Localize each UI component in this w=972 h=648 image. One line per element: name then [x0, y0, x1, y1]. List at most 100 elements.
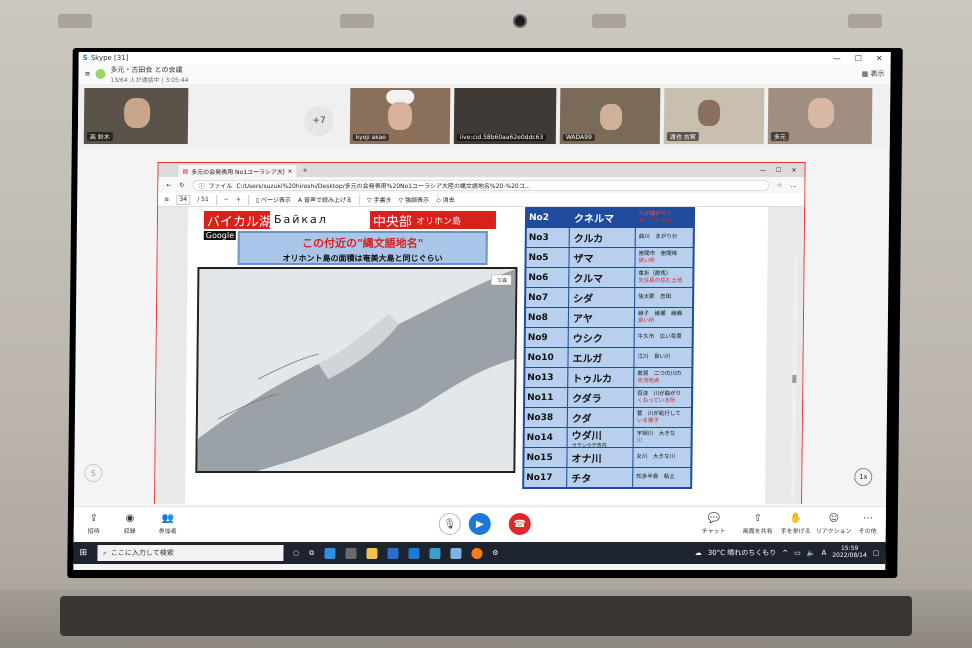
- participant-tile[interactable]: kyoji akao: [349, 88, 451, 144]
- record-button[interactable]: ◉ 収録: [110, 513, 150, 535]
- explorer-icon[interactable]: [366, 547, 378, 559]
- invite-button[interactable]: ⇪ 招待: [74, 513, 114, 535]
- app-icon[interactable]: [429, 547, 441, 559]
- more-participants-button[interactable]: +7: [303, 106, 335, 136]
- row-number: No17: [524, 468, 567, 487]
- raise-hand-button[interactable]: ✋ 手を挙げる: [776, 513, 816, 535]
- participant-tile[interactable]: live:cid.58b60aa62e0ddc63: [453, 88, 557, 144]
- row-description: 綾子 綾瀬 綾織 良い所: [633, 308, 693, 327]
- slide-page: バイカル湖 Байкал 中央部 オリホン島 Google この付近の"縄文語地名…: [184, 207, 769, 504]
- ime-indicator[interactable]: A: [821, 549, 826, 557]
- url-text: C:/Users/suzuki%20hiroshi/Desktop/多元の会発表…: [236, 182, 531, 190]
- google-label: Google: [203, 231, 237, 240]
- call-name: 多元・古田会 との会議: [110, 65, 183, 74]
- volume-icon[interactable]: 🔈: [807, 549, 816, 557]
- app-icon[interactable]: [450, 547, 462, 559]
- mail-icon[interactable]: [387, 547, 399, 559]
- cortana-icon[interactable]: ○: [293, 549, 299, 557]
- clock[interactable]: 15:59 2022/08/14: [832, 545, 867, 559]
- participant-tile[interactable]: 高 鈴木: [83, 88, 189, 144]
- maximize-button[interactable]: ☐: [855, 54, 862, 63]
- row-description: 敦賀 二つの川の 合流地点: [633, 368, 692, 387]
- baikal-map-shape: [197, 269, 516, 471]
- new-tab-button[interactable]: +: [302, 167, 307, 174]
- call-controls: ⇪ 招待 ◉ 収録 👥 参加者 🎙 ▶ ☎ 💬 チャット ⇧ 画面を共有 ✋ 手を挙げる ☺…: [73, 506, 888, 542]
- laptop-keyboard: [0, 590, 972, 648]
- place-name: クルカ: [573, 234, 604, 245]
- pdf-toolbar: ≡ 34 / 51 − + ▯ ページ表示 A 音声で読み上げる ▽ 手書き ▽…: [158, 193, 805, 207]
- zoom-out-icon[interactable]: −: [224, 196, 229, 203]
- mute-button[interactable]: 🎙: [438, 513, 461, 535]
- erase-button[interactable]: ◇ 消去: [436, 195, 455, 204]
- settings-more-icon[interactable]: …: [790, 182, 796, 189]
- hangup-button[interactable]: ☎: [508, 513, 531, 535]
- keyboard-keys: [60, 596, 912, 636]
- maximize-button[interactable]: ☐: [776, 167, 781, 174]
- skype-taskbar-icon[interactable]: [408, 547, 420, 559]
- tray-chevron-icon[interactable]: ^: [782, 549, 788, 557]
- close-button[interactable]: ✕: [876, 54, 883, 63]
- url-bar[interactable]: ⓘ ファイル C:/Users/suzuki%20hiroshi/Desktop…: [192, 179, 770, 191]
- settings-icon[interactable]: ⚙: [492, 549, 498, 557]
- read-aloud-button[interactable]: A 音声で読み上げる: [298, 195, 352, 204]
- network-icon[interactable]: ▭: [794, 549, 801, 557]
- zoom-in-icon[interactable]: +: [236, 196, 241, 203]
- table-row: No10 エルガ 江川 良い川: [525, 348, 692, 367]
- participant-tile[interactable]: 渡也 古賀: [663, 88, 765, 144]
- mic-off-icon: 🎙: [443, 518, 457, 530]
- row-description: 江川 良い川: [633, 348, 692, 367]
- slide-heading-baikal: バイカル湖: [203, 211, 272, 230]
- participant-tile[interactable]: WADA99: [559, 88, 661, 144]
- menu-icon[interactable]: ≡: [84, 70, 90, 78]
- description-line: ねっている所: [638, 217, 672, 224]
- pdf-viewport[interactable]: バイカル湖 Байкал 中央部 オリホン島 Google この付近の"縄文語地名…: [154, 207, 805, 504]
- taskbar-search[interactable]: ⌕ ここに入力して検索: [96, 545, 284, 561]
- tab-close-icon[interactable]: ×: [287, 168, 292, 175]
- draw-button[interactable]: ▽ 手書き: [367, 195, 392, 204]
- display-button[interactable]: ▦ 表示: [862, 69, 885, 79]
- edge-icon[interactable]: [324, 547, 336, 559]
- laptop-photo: S Skype [31] — ☐ ✕ ≡ 多元・古田会 との会議 13/64 人…: [0, 0, 972, 648]
- chat-button[interactable]: 💬 チャット: [694, 513, 734, 535]
- participants-button[interactable]: 👥 参加者: [148, 513, 188, 535]
- table-row: No13 トゥルカ 敦賀 二つの川の 合流地点: [525, 368, 692, 387]
- zoom-badge[interactable]: 1x: [854, 468, 873, 486]
- windows-taskbar: ⊞ ⌕ ここに入力して検索 ○ ⧉ ⚙ ☁ 30°C 晴れのちくもり ^ ▭ 🔈…: [73, 542, 886, 564]
- page-number-input[interactable]: 34: [176, 194, 191, 205]
- banner-title: この付近の"縄文語地名": [301, 237, 424, 250]
- store-icon[interactable]: [345, 547, 357, 559]
- task-view-icon[interactable]: ⧉: [309, 549, 314, 558]
- start-icon[interactable]: ⊞: [79, 548, 87, 558]
- participant-tile[interactable]: 多元: [767, 88, 873, 144]
- notifications-icon[interactable]: ▢: [873, 549, 880, 557]
- minimize-button[interactable]: —: [833, 54, 841, 63]
- window-title: Skype [31]: [90, 54, 129, 62]
- slide-heading-center: 中央部 オリホン島: [369, 211, 497, 230]
- reload-icon[interactable]: ↻: [179, 182, 184, 189]
- share-screen-button[interactable]: ⇧ 画面を共有: [738, 513, 778, 535]
- participant-name: 渡也 古賀: [666, 132, 699, 141]
- participant-name: kyoji akao: [352, 134, 389, 141]
- edge-tab[interactable]: ▤ 多元の会発表用 No1ユーラシア大陸 ×: [178, 165, 297, 177]
- favorite-icon[interactable]: ☆: [777, 182, 782, 189]
- description-line: 菅 川が蛇行して: [636, 410, 681, 417]
- description-line: 座間市 座間味: [638, 250, 678, 257]
- people-icon: 👥: [161, 513, 175, 524]
- camera-button[interactable]: ▶: [468, 513, 491, 535]
- firefox-icon[interactable]: [471, 547, 483, 559]
- highlight-button[interactable]: ▽ 強調表示: [399, 195, 430, 204]
- page-view-button[interactable]: ▯ ページ表示: [256, 195, 291, 204]
- contents-icon[interactable]: ≡: [164, 196, 169, 203]
- pdf-scroll-thumb[interactable]: [792, 375, 797, 383]
- skype-watermark-icon: S: [84, 464, 103, 482]
- minimize-button[interactable]: —: [760, 167, 766, 174]
- more-button[interactable]: ⋯ その他: [848, 513, 888, 535]
- weather-icon: ☁: [694, 549, 702, 557]
- tab-title: 多元の会発表用 No1ユーラシア大陸: [191, 168, 285, 176]
- place-name: チタ: [571, 474, 592, 485]
- edge-addressbar: ← ↻ ⓘ ファイル C:/Users/suzuki%20hiroshi/Des…: [158, 177, 805, 193]
- weather-text[interactable]: 30°C 晴れのちくもり: [708, 548, 777, 558]
- close-button[interactable]: ✕: [791, 167, 796, 174]
- back-icon[interactable]: ←: [166, 182, 171, 189]
- place-name: オナ川: [571, 454, 602, 465]
